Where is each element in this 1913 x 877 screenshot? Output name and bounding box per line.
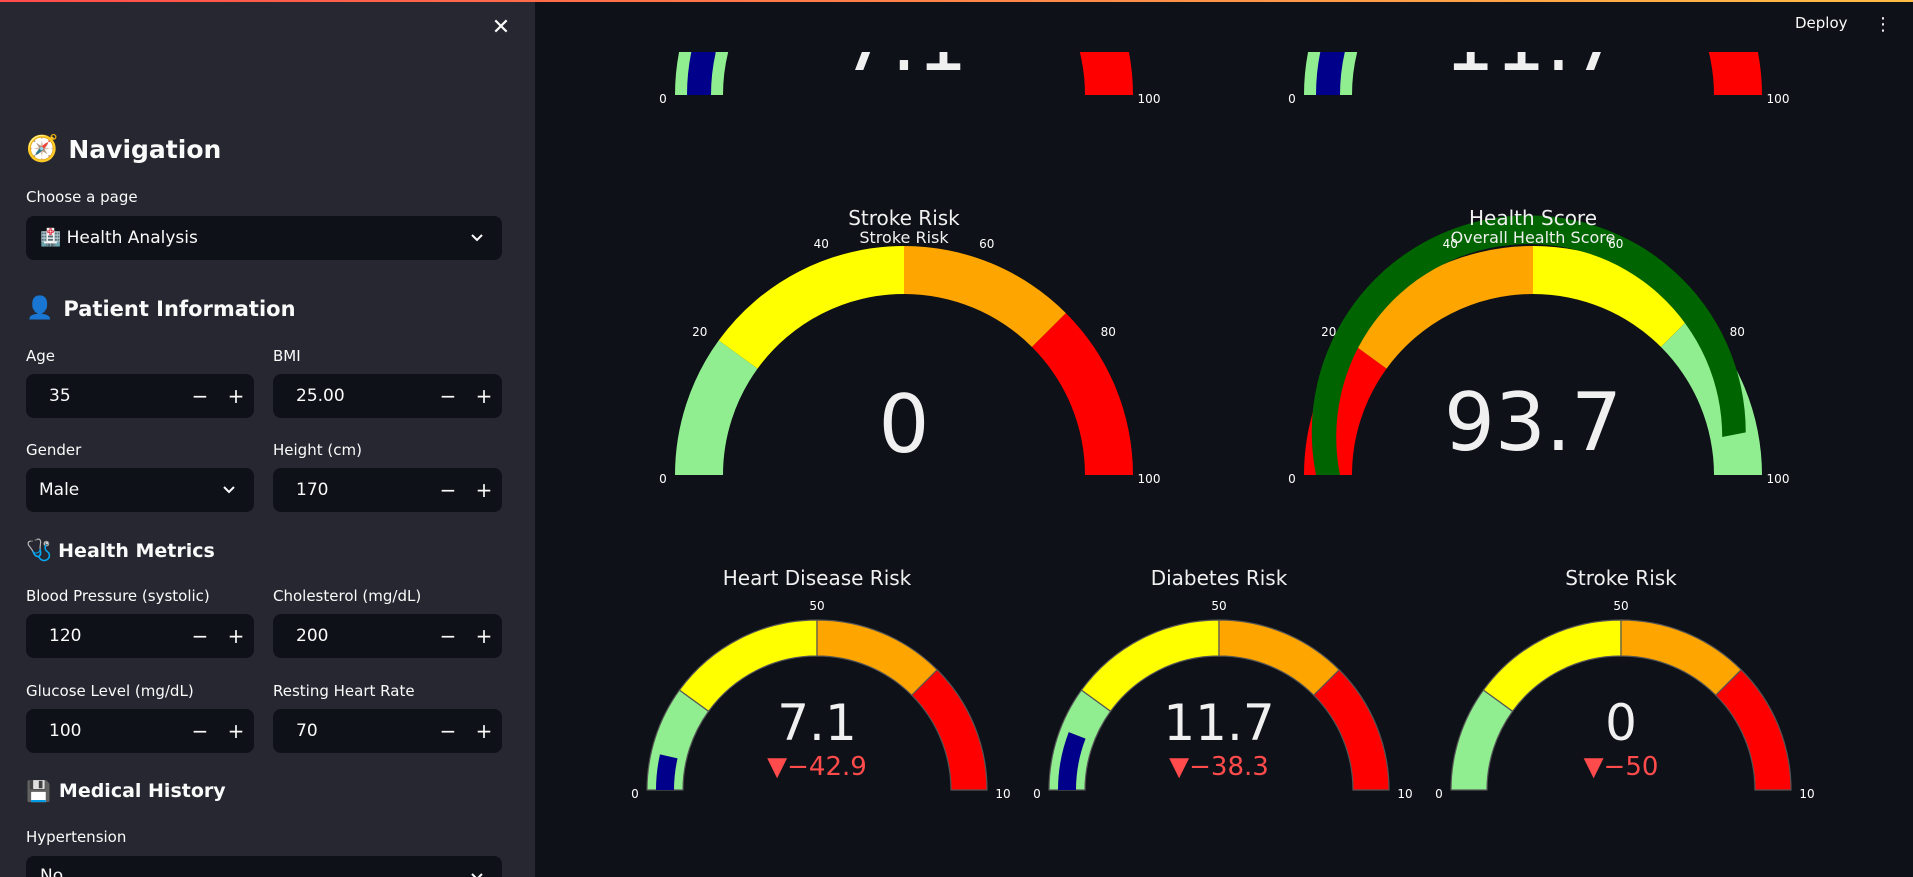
- glucose-increment-button[interactable]: +: [218, 719, 254, 743]
- hypertension-value: No: [40, 866, 64, 877]
- height-value: 170: [296, 480, 329, 500]
- bmi-label: BMI: [273, 347, 301, 365]
- age-increment-button[interactable]: +: [218, 384, 254, 408]
- bmi-input[interactable]: 25.00 − +: [273, 374, 502, 418]
- height-input[interactable]: 170 − +: [273, 468, 502, 512]
- age-value: 35: [49, 386, 71, 406]
- medical-history-title: Medical History: [58, 780, 226, 802]
- health-metrics-heading: 🩺 Health Metrics: [26, 538, 215, 563]
- person-icon: 👤: [26, 296, 54, 321]
- app-top-decoration: [0, 0, 1913, 2]
- floppy-disk-icon: 💾: [26, 779, 51, 803]
- cholesterol-label: Cholesterol (mg/dL): [273, 587, 422, 605]
- height-increment-button[interactable]: +: [466, 478, 502, 502]
- cholesterol-value: 200: [296, 626, 329, 646]
- blood-pressure-increment-button[interactable]: +: [218, 624, 254, 648]
- navigation-heading: 🧭 Navigation: [26, 134, 221, 164]
- main-content: [535, 0, 1913, 877]
- page-select[interactable]: 🏥 Health Analysis: [26, 216, 502, 260]
- medical-history-heading: 💾 Medical History: [26, 779, 226, 803]
- cholesterol-increment-button[interactable]: +: [466, 624, 502, 648]
- page-select-label: Choose a page: [26, 188, 138, 206]
- blood-pressure-label: Blood Pressure (systolic): [26, 587, 210, 605]
- glucose-value: 100: [49, 721, 82, 741]
- close-sidebar-icon[interactable]: ✕: [489, 16, 513, 40]
- age-label: Age: [26, 347, 56, 365]
- hypertension-label: Hypertension: [26, 828, 127, 846]
- heart-rate-label: Resting Heart Rate: [273, 682, 415, 700]
- glucose-input[interactable]: 100 − +: [26, 709, 254, 753]
- glucose-decrement-button[interactable]: −: [182, 719, 218, 743]
- chevron-down-icon: [223, 486, 235, 494]
- heart-rate-input[interactable]: 70 − +: [273, 709, 502, 753]
- heart-rate-decrement-button[interactable]: −: [430, 719, 466, 743]
- bmi-increment-button[interactable]: +: [466, 384, 502, 408]
- deploy-button[interactable]: Deploy: [1795, 14, 1848, 32]
- gender-value: Male: [39, 480, 80, 500]
- blood-pressure-decrement-button[interactable]: −: [182, 624, 218, 648]
- cholesterol-input[interactable]: 200 − +: [273, 614, 502, 658]
- stethoscope-icon: 🩺: [26, 538, 53, 562]
- navigation-title: Navigation: [68, 134, 222, 164]
- sidebar: ✕ 🧭 Navigation Choose a page 🏥 Health An…: [0, 0, 535, 877]
- height-label: Height (cm): [273, 441, 362, 459]
- heart-rate-increment-button[interactable]: +: [466, 719, 502, 743]
- blood-pressure-input[interactable]: 120 − +: [26, 614, 254, 658]
- health-metrics-title: Health Metrics: [58, 539, 215, 562]
- chevron-down-icon: [471, 873, 483, 877]
- cholesterol-decrement-button[interactable]: −: [430, 624, 466, 648]
- age-input[interactable]: 35 − +: [26, 374, 254, 418]
- glucose-label: Glucose Level (mg/dL): [26, 682, 194, 700]
- compass-icon: 🧭: [26, 134, 59, 164]
- patient-info-title: Patient Information: [63, 296, 296, 321]
- chevron-down-icon: [471, 234, 483, 242]
- gender-select[interactable]: Male: [26, 468, 254, 512]
- patient-info-heading: 👤 Patient Information: [26, 296, 296, 321]
- height-decrement-button[interactable]: −: [430, 478, 466, 502]
- blood-pressure-value: 120: [49, 626, 82, 646]
- main-menu-icon[interactable]: ⋮: [1874, 14, 1892, 35]
- page-select-value: 🏥 Health Analysis: [40, 228, 198, 248]
- hypertension-select[interactable]: No: [26, 856, 502, 877]
- bmi-value: 25.00: [296, 386, 345, 406]
- age-decrement-button[interactable]: −: [182, 384, 218, 408]
- gender-label: Gender: [26, 441, 82, 459]
- heart-rate-value: 70: [296, 721, 318, 741]
- bmi-decrement-button[interactable]: −: [430, 384, 466, 408]
